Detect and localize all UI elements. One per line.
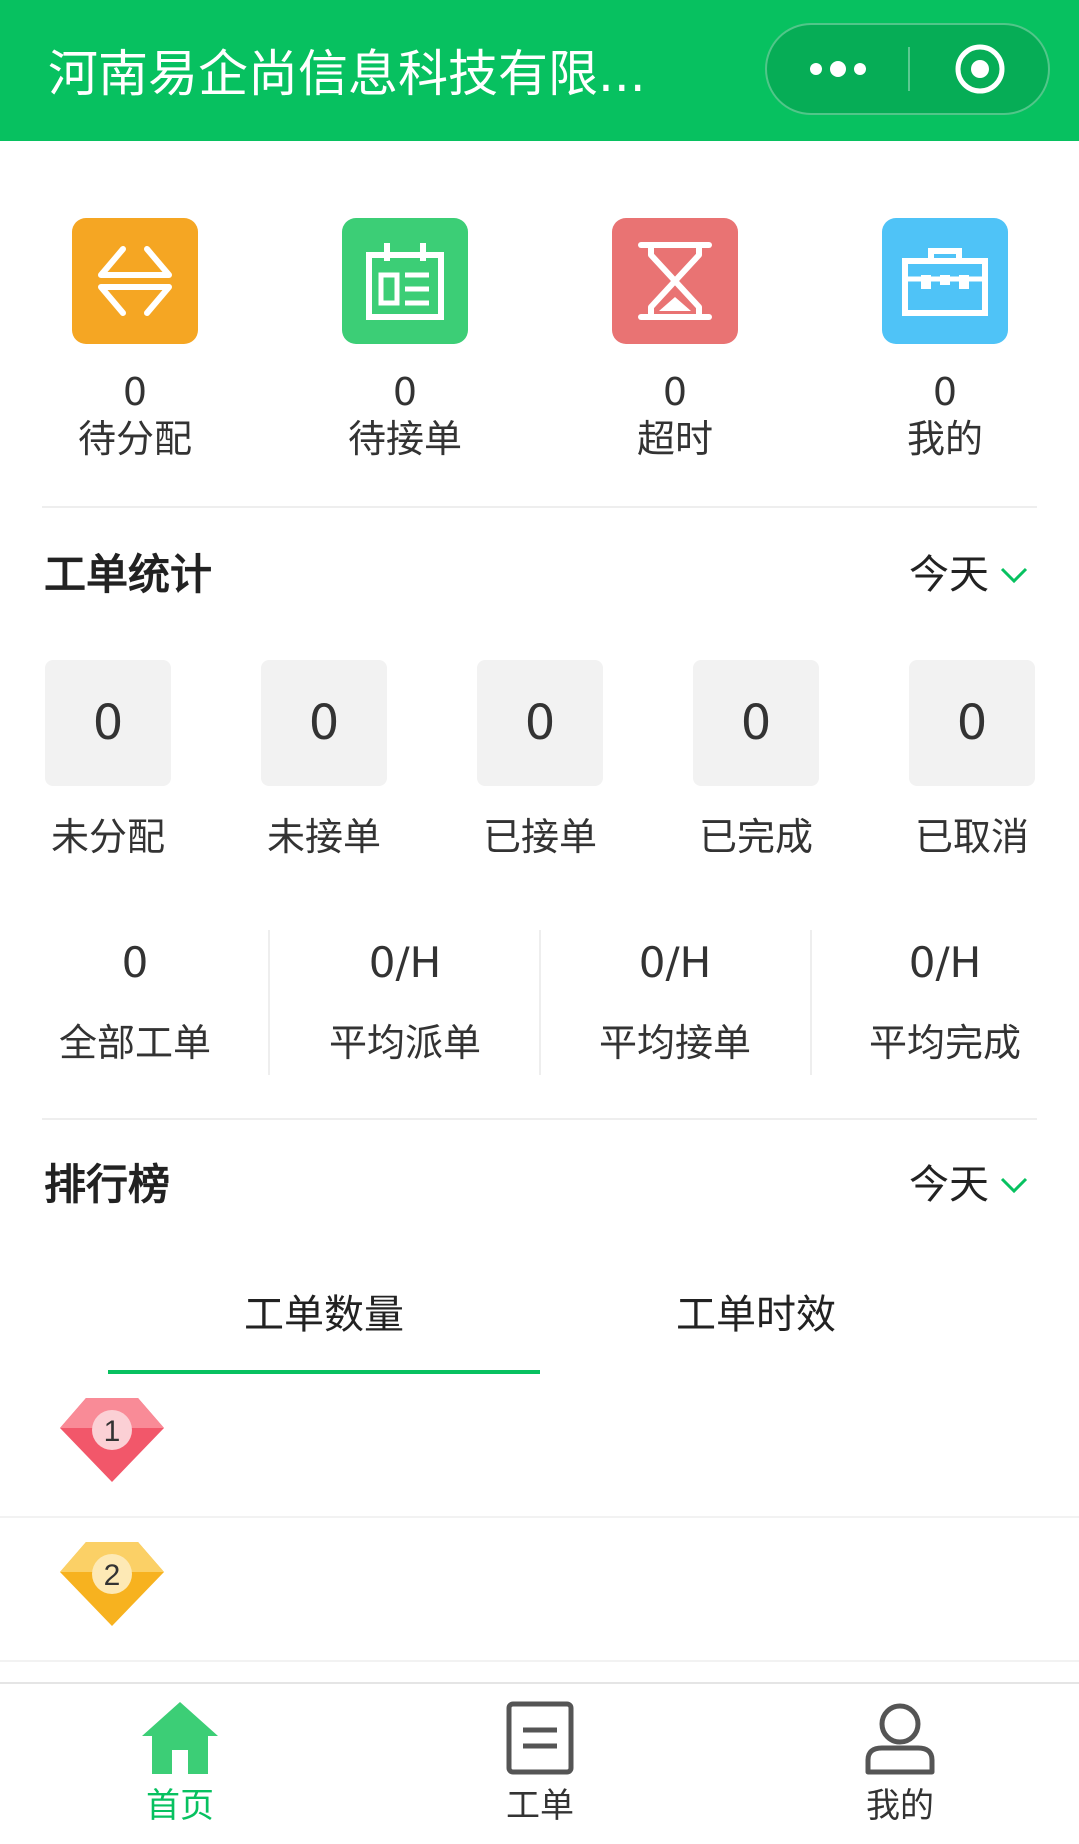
quick-icon-box — [72, 218, 198, 344]
ranking-title: 排行榜 — [44, 1160, 171, 1209]
metric-label: 平均派单 — [328, 1021, 481, 1065]
ranking-filter-label: 今天 — [909, 1162, 989, 1208]
metric-avg-complete: 0/H 平均完成 — [810, 930, 1079, 1068]
metric-avg-dispatch: 0/H 平均派单 — [270, 930, 540, 1068]
bottom-tab-bar: 首页 工单 我的 — [0, 1682, 1079, 1844]
metric-avg-accept: 0/H 平均接单 — [540, 930, 810, 1068]
stat-unaccepted[interactable]: 0 未接单 — [234, 660, 414, 862]
quick-icon-box — [342, 218, 468, 344]
stat-label: 已取消 — [914, 815, 1029, 859]
quick-item-pending-accept[interactable]: 0 待接单 — [305, 218, 505, 464]
tabbar-label: 工单 — [506, 1786, 574, 1826]
stat-value: 0 — [693, 660, 819, 786]
stat-completed[interactable]: 0 已完成 — [666, 660, 846, 862]
quick-icon-box — [612, 218, 738, 344]
rank-number: 2 — [104, 1559, 121, 1592]
quick-label: 待接单 — [347, 417, 462, 461]
quick-label: 超时 — [636, 417, 713, 461]
tab-order-timeliness[interactable]: 工单时效 — [540, 1290, 972, 1340]
stat-label: 已接单 — [482, 815, 597, 859]
stat-label: 未分配 — [50, 815, 165, 859]
rank-badge-icon: 2 — [60, 1542, 164, 1626]
stats-filter-label: 今天 — [909, 552, 989, 598]
stat-value: 0 — [909, 660, 1035, 786]
quick-item-mine[interactable]: 0 我的 — [845, 218, 1045, 464]
stat-unassigned[interactable]: 0 未分配 — [18, 660, 198, 862]
stat-accepted[interactable]: 0 已接单 — [450, 660, 630, 862]
quick-count: 0 — [122, 370, 148, 414]
quick-count: 0 — [392, 370, 418, 414]
metric-value: 0 — [121, 938, 149, 987]
stat-value: 0 — [45, 660, 171, 786]
metric-value: 0/H — [368, 938, 442, 987]
home-icon — [142, 1702, 218, 1774]
quick-label: 待分配 — [77, 417, 192, 461]
quick-entries: 0 待分配 0 待接单 0 超时 0 我的 — [0, 218, 1079, 468]
rank-badge-icon: 1 — [60, 1398, 164, 1482]
close-button[interactable] — [910, 25, 1050, 113]
tabbar-label: 首页 — [146, 1786, 214, 1826]
swap-arrows-icon — [98, 246, 172, 316]
home-icon-wrap — [140, 1698, 220, 1778]
page: 河南易企尚信息科技有限... 0 待分配 0 待接单 0 超时 0 我的 工单统… — [0, 0, 1079, 1844]
more-dots-icon — [810, 61, 866, 77]
stat-cancelled[interactable]: 0 已取消 — [882, 660, 1062, 862]
chevron-down-icon — [1000, 1177, 1028, 1194]
target-icon — [955, 44, 1005, 94]
capsule-menu — [765, 23, 1050, 115]
chevron-down-icon — [1000, 567, 1028, 584]
rank-number: 1 — [104, 1415, 121, 1448]
stats-title: 工单统计 — [44, 550, 213, 599]
document-icon — [506, 1701, 574, 1775]
metric-label: 平均完成 — [868, 1021, 1021, 1065]
person-icon — [865, 1703, 935, 1775]
stat-label: 已完成 — [698, 815, 813, 859]
navigation-bar: 河南易企尚信息科技有限... — [0, 0, 1079, 141]
stat-value: 0 — [477, 660, 603, 786]
quick-icon-box — [882, 218, 1008, 344]
tabbar-item-mine[interactable]: 我的 — [800, 1698, 1000, 1828]
rank-row[interactable]: 1 — [0, 1374, 1079, 1518]
toolbox-icon — [902, 248, 988, 316]
more-button[interactable] — [767, 25, 909, 113]
divider — [42, 506, 1037, 508]
rank-row[interactable]: 2 — [0, 1518, 1079, 1662]
quick-label: 我的 — [906, 417, 983, 461]
metric-label: 平均接单 — [598, 1021, 751, 1065]
tabbar-item-home[interactable]: 首页 — [80, 1698, 280, 1828]
metric-label: 全部工单 — [58, 1021, 211, 1065]
tabbar-item-orders[interactable]: 工单 — [440, 1698, 640, 1828]
metric-value: 0/H — [908, 938, 982, 987]
quick-count: 0 — [932, 370, 958, 414]
person-icon-wrap — [860, 1698, 940, 1778]
page-title: 河南易企尚信息科技有限... — [48, 45, 646, 103]
quick-item-pending-assign[interactable]: 0 待分配 — [35, 218, 235, 464]
document-icon-wrap — [500, 1698, 580, 1778]
divider — [42, 1118, 1037, 1120]
stat-label: 未接单 — [266, 815, 381, 859]
quick-item-timeout[interactable]: 0 超时 — [575, 218, 775, 464]
tab-order-count[interactable]: 工单数量 — [108, 1290, 540, 1340]
metric-all-orders: 0 全部工单 — [0, 930, 270, 1068]
metric-value: 0/H — [638, 938, 712, 987]
stat-value: 0 — [261, 660, 387, 786]
quick-count: 0 — [662, 370, 688, 414]
ranking-filter[interactable]: 今天 — [909, 1160, 1029, 1210]
stats-filter[interactable]: 今天 — [909, 550, 1029, 600]
calendar-icon — [366, 243, 444, 320]
tabbar-label: 我的 — [866, 1786, 934, 1826]
hourglass-icon — [638, 242, 712, 320]
metrics-row: 0 全部工单 0/H 平均派单 0/H 平均接单 0/H 平均完成 — [0, 930, 1079, 1075]
